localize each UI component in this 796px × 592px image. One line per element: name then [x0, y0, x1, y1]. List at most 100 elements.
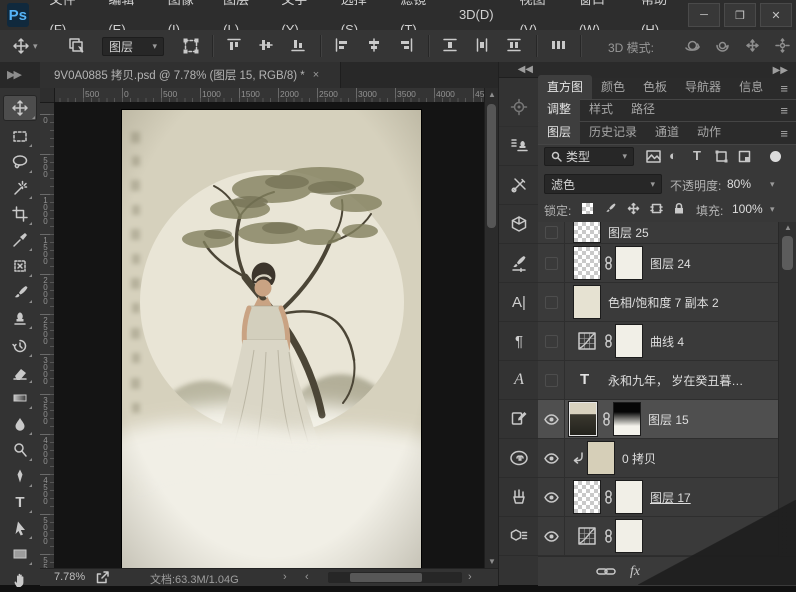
scroll-right-icon[interactable]: › — [468, 571, 472, 583]
curves-adjustment-icon[interactable] — [578, 527, 596, 545]
tab-styles[interactable]: 样式 — [580, 97, 622, 121]
tab-histogram[interactable]: 直方图 — [538, 75, 592, 99]
visibility-toggle[interactable] — [538, 283, 565, 321]
share-export-icon[interactable] — [96, 571, 109, 584]
tab-navigator[interactable]: 导航器 — [676, 75, 730, 99]
filter-toggle[interactable] — [770, 151, 781, 162]
layer-row-curves4[interactable]: 曲线 4 — [538, 322, 778, 361]
type-tool[interactable]: T — [7, 490, 33, 514]
tab-close-icon[interactable]: × — [305, 69, 327, 81]
layer-name[interactable]: 图层 25 — [608, 224, 649, 241]
layers-scroll-thumb[interactable] — [782, 236, 793, 270]
tab-swatches[interactable]: 色板 — [634, 75, 676, 99]
layer-row-curves-partial[interactable] — [538, 517, 778, 556]
lock-transparent-pixels-icon[interactable] — [582, 203, 593, 214]
canvas-horizontal-scrollbar[interactable] — [328, 572, 462, 583]
brushes-panel-icon[interactable] — [499, 478, 539, 517]
tab-info[interactable]: 信息 — [730, 75, 772, 99]
tab-paths[interactable]: 路径 — [622, 97, 664, 121]
tab-actions[interactable]: 动作 — [688, 120, 730, 144]
clone-source-panel-icon[interactable] — [499, 127, 539, 166]
filter-smart-objects-icon[interactable] — [738, 150, 751, 163]
lock-position-icon[interactable] — [627, 202, 640, 215]
panel-menu-icon[interactable]: ≡ — [780, 103, 796, 121]
layer-row-15-selected[interactable]: 图层 15 — [538, 400, 778, 439]
tab-history[interactable]: 历史记录 — [580, 120, 646, 144]
visibility-toggle[interactable] — [538, 478, 565, 516]
visibility-toggle[interactable] — [538, 222, 565, 243]
3d-scale-icon[interactable] — [774, 37, 791, 54]
panel-menu-icon[interactable]: ≡ — [780, 81, 796, 99]
layer-thumbnail[interactable] — [588, 442, 614, 474]
lock-image-pixels-icon[interactable] — [604, 202, 617, 215]
mask-link-icon[interactable] — [604, 490, 613, 504]
layer-mask-thumbnail[interactable] — [616, 520, 642, 552]
3d-rotate-icon[interactable] — [684, 37, 701, 54]
distribute-vertical-center-icon[interactable] — [474, 37, 490, 53]
scroll-up-icon[interactable]: ▲ — [779, 223, 796, 232]
maximize-button[interactable]: ❒ — [724, 3, 756, 27]
tab-color[interactable]: 颜色 — [592, 75, 634, 99]
layer-thumbnail[interactable] — [574, 222, 600, 242]
hand-tool[interactable] — [7, 568, 33, 592]
dodge-tool[interactable] — [7, 438, 33, 462]
layer-thumbnail[interactable] — [574, 247, 600, 279]
clone-stamp-tool[interactable] — [7, 306, 33, 330]
link-layers-icon[interactable] — [596, 566, 616, 577]
lasso-tool[interactable] — [7, 150, 33, 174]
transform-controls-icon[interactable] — [182, 37, 200, 55]
tool-presets-panel-icon[interactable] — [499, 166, 539, 205]
collapse-panels-icon[interactable]: ◀◀ — [499, 62, 539, 78]
distribute-top-icon[interactable] — [442, 37, 458, 53]
scroll-up-icon[interactable]: ▲ — [485, 90, 499, 99]
visibility-toggle[interactable] — [538, 400, 565, 438]
layer-name[interactable]: 图层 24 — [650, 255, 691, 272]
layer-name[interactable]: 图层 17 — [650, 489, 691, 506]
notes-panel-icon[interactable] — [499, 400, 539, 439]
fill-value[interactable]: 100% — [732, 202, 763, 216]
blend-mode-dropdown[interactable]: 滤色▾ — [544, 174, 662, 194]
layer-name[interactable]: 永和九年， 岁在癸丑暮… — [608, 372, 743, 389]
mask-link-icon[interactable] — [604, 529, 613, 543]
h-scroll-thumb[interactable] — [350, 573, 422, 582]
pen-tool[interactable] — [7, 464, 33, 488]
layer-name[interactable]: 曲线 4 — [650, 333, 684, 350]
filter-pixel-layers-icon[interactable] — [646, 150, 661, 163]
document-canvas[interactable] — [122, 110, 421, 568]
align-bottom-icon[interactable] — [290, 37, 306, 53]
mask-link-icon[interactable] — [602, 412, 611, 426]
fill-chevron-icon[interactable]: ▾ — [770, 204, 775, 215]
filter-type-layers-icon[interactable]: T — [693, 148, 701, 163]
path-selection-tool[interactable] — [7, 516, 33, 540]
glyphs-panel-icon[interactable]: A — [499, 361, 539, 400]
align-top-icon[interactable] — [226, 37, 242, 53]
canvas-vertical-scrollbar[interactable]: ▲ ▼ — [484, 88, 499, 568]
layer-filter-type-dropdown[interactable]: 类型▾ — [544, 147, 634, 166]
adjustment-mask-thumbnail[interactable] — [574, 286, 600, 318]
3d-panel-icon[interactable] — [499, 205, 539, 244]
type-layer-icon[interactable]: T — [580, 371, 589, 388]
layer-mask-thumbnail[interactable] — [616, 481, 642, 513]
align-horizontal-center-icon[interactable] — [366, 37, 382, 53]
layer-mask-thumbnail[interactable] — [616, 325, 642, 357]
lock-artboard-icon[interactable] — [650, 202, 663, 215]
mask-link-icon[interactable] — [604, 334, 613, 348]
brush-tool[interactable] — [7, 280, 33, 304]
mask-link-icon[interactable] — [604, 256, 613, 270]
distribute-bottom-icon[interactable] — [506, 37, 522, 53]
rectangular-marquee-tool[interactable] — [7, 124, 33, 148]
layer-name[interactable]: 色相/饱和度 7 副本 2 — [608, 294, 719, 311]
chevron-down-icon[interactable]: ▾ — [33, 41, 38, 52]
learn-panel-icon[interactable] — [499, 88, 539, 127]
visibility-toggle[interactable] — [538, 361, 565, 399]
move-tool[interactable] — [4, 96, 36, 120]
zoom-level[interactable]: 7.78% — [54, 571, 85, 583]
auto-select-target-dropdown[interactable]: 图层▾ — [102, 37, 164, 56]
tab-adjustments[interactable]: 调整 — [538, 97, 580, 121]
layer-name[interactable]: 0 拷贝 — [622, 450, 656, 467]
visibility-toggle[interactable] — [538, 244, 565, 282]
character-panel-icon[interactable]: A| — [499, 283, 539, 322]
layer-effects-icon[interactable]: fx — [630, 564, 640, 580]
3d-drag-icon[interactable] — [744, 37, 761, 54]
lock-all-icon[interactable] — [673, 202, 685, 215]
